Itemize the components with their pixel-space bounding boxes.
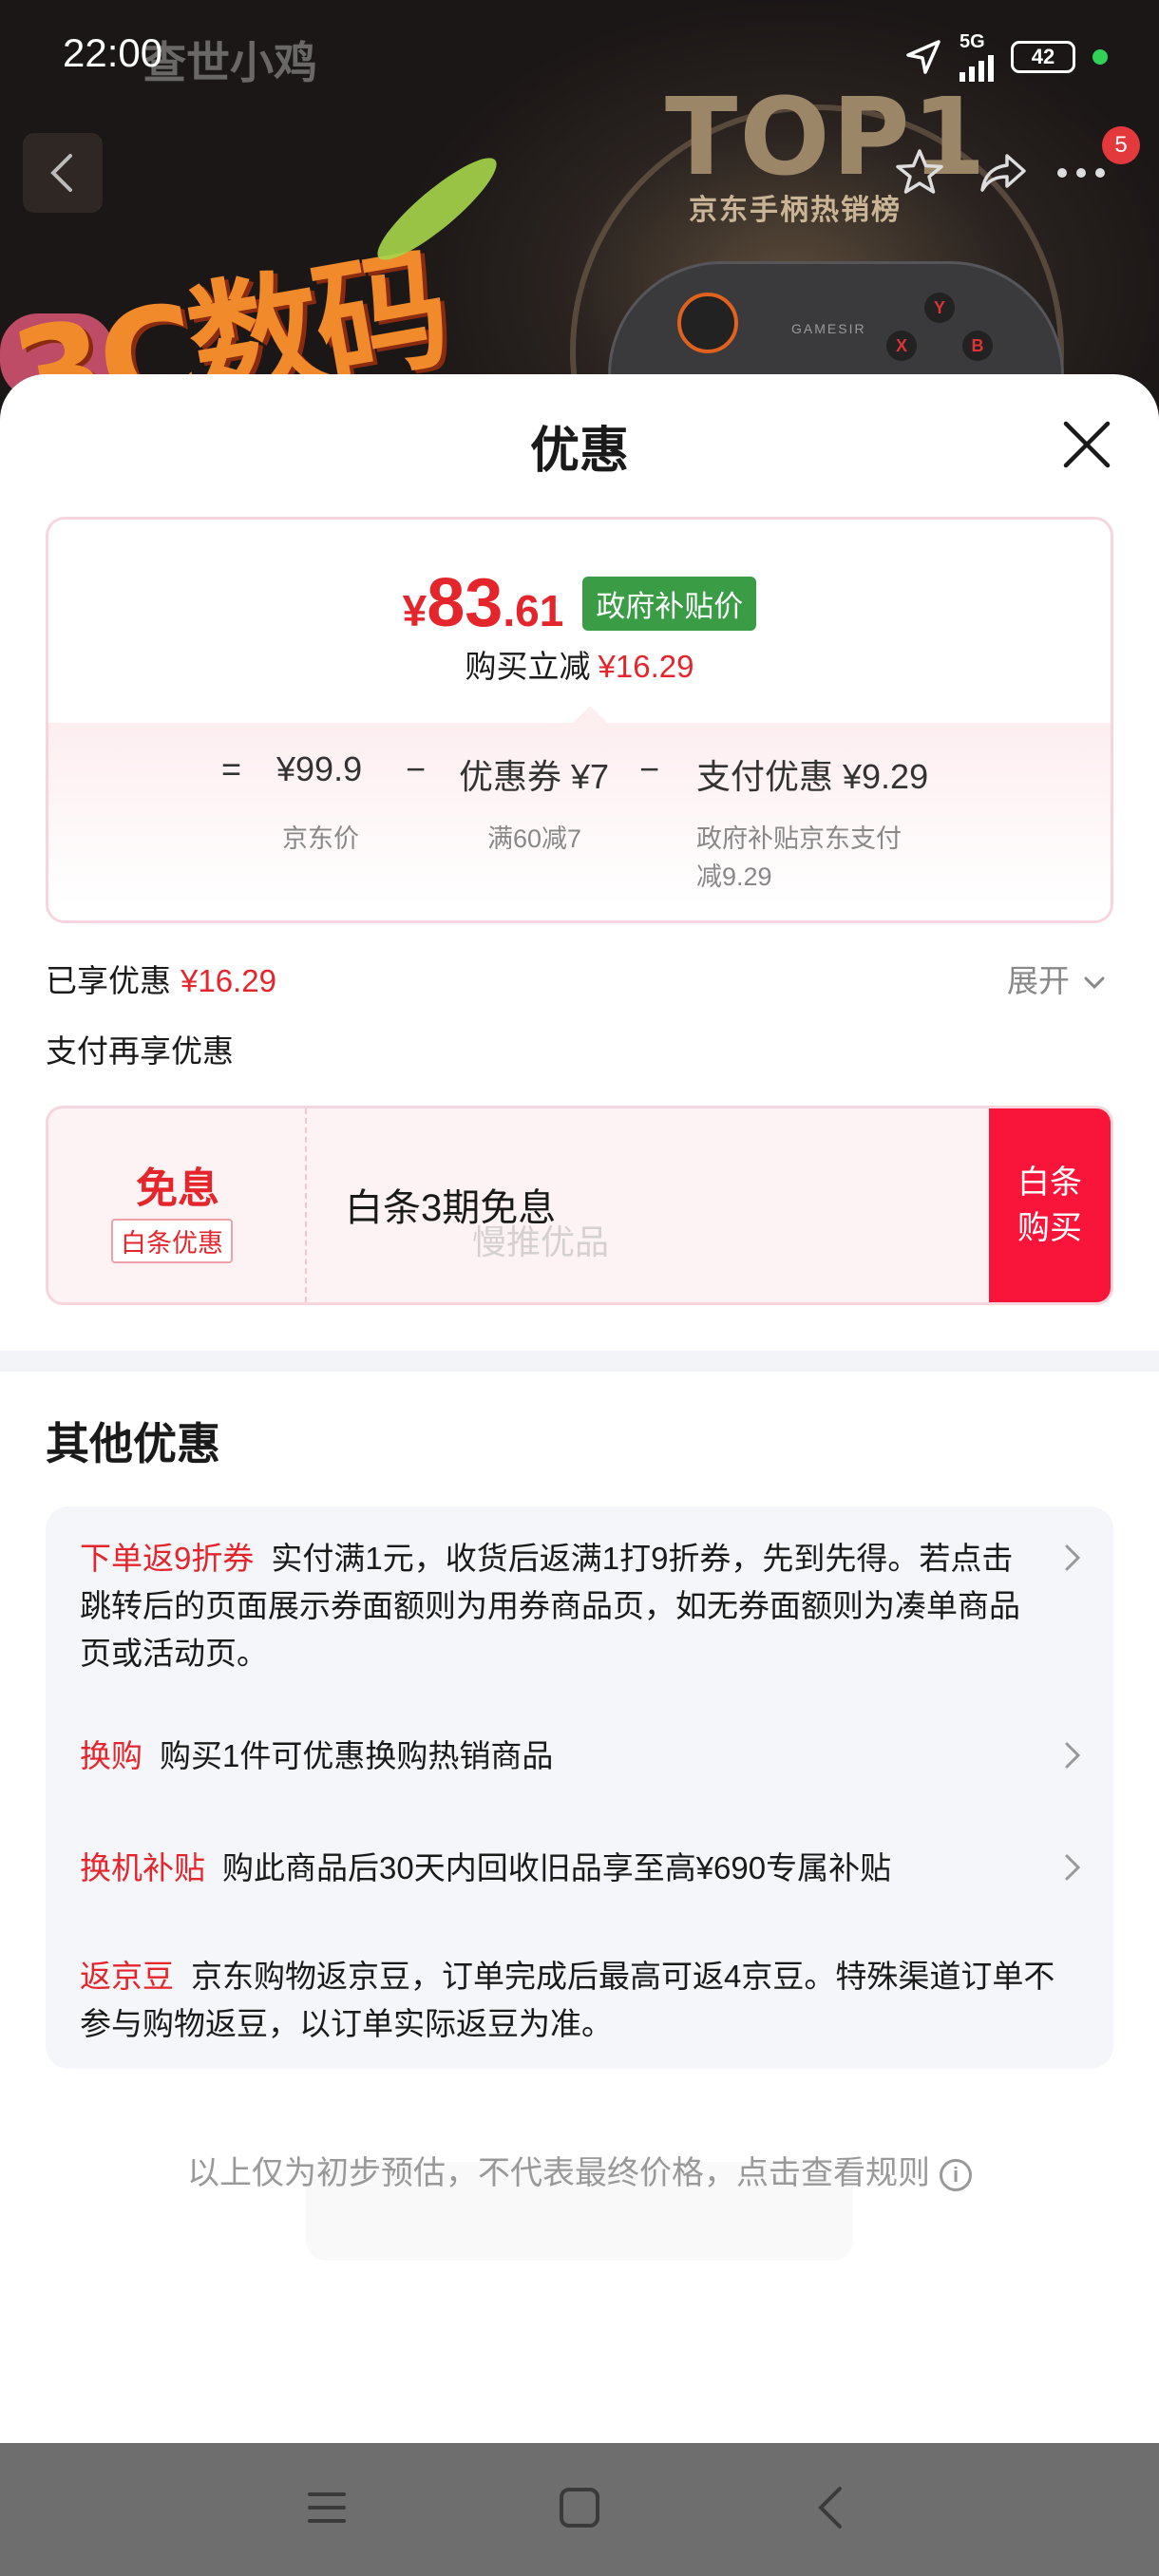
more-icon — [1057, 168, 1105, 178]
minus-sign: − — [639, 749, 660, 788]
star-icon — [896, 149, 943, 194]
instant-discount-label: 购买立减 — [465, 649, 591, 684]
promo-label: 返京豆 — [80, 1959, 174, 1994]
gamepad-button: X — [886, 331, 917, 361]
overlay-watermark: 慢推优品 — [472, 1222, 610, 1261]
promo-label: 换购 — [80, 1738, 142, 1773]
menu-icon[interactable] — [296, 2477, 357, 2538]
signal-bars-icon — [960, 51, 994, 82]
enjoyed-label: 已享优惠 — [46, 963, 171, 998]
location-icon — [906, 40, 940, 74]
signal-indicator: 5G — [960, 32, 994, 82]
interest-free-label: 免息 — [136, 1165, 219, 1212]
status-time: 22:00 — [63, 30, 163, 75]
disclaimer-text: 以上仅为初步预估，不代表最终价格，点击查看规则 — [187, 2155, 930, 2191]
back-button[interactable] — [23, 133, 103, 213]
jd-price: ¥99.9 — [276, 749, 363, 788]
baitiao-offer-left: 免息 白条优惠 — [48, 1108, 307, 1302]
enjoyed-amount: ¥16.29 — [180, 963, 276, 998]
promo-label: 下单返9折券 — [80, 1541, 255, 1576]
pay-discount-amount: 支付优惠 ¥9.29 — [696, 757, 929, 796]
promo-item-trade-up[interactable]: 换购 购买1件可优惠换购热销商品 — [80, 1733, 1030, 1780]
share-icon — [980, 154, 1026, 192]
promo-label: 换机补贴 — [80, 1850, 205, 1885]
battery-icon: 42 — [1011, 41, 1075, 73]
pay-discount-label: 政府补贴京东支付 减9.29 — [696, 820, 902, 896]
network-type: 5G — [960, 31, 985, 52]
expand-label: 展开 — [1007, 963, 1070, 998]
equals-sign: = — [221, 749, 242, 788]
promo-item-trade-in-subsidy[interactable]: 换机补贴 购此商品后30天内回收旧品享至高¥690专属补贴 — [80, 1845, 1030, 1892]
promo-item-rebate-coupon[interactable]: 下单返9折券 实付满1元，收货后返满1打9折券，先到先得。若点击跳转后的页面展示券… — [80, 1535, 1030, 1677]
status-bar: 查世小鸡 22:00 5G 42 — [0, 0, 1159, 110]
section-divider — [0, 1351, 1159, 1372]
other-offers-list: 下单返9折券 实付满1元，收货后返满1打9折券，先到先得。若点击跳转后的页面展示券… — [46, 1506, 1113, 2069]
price-disclaimer[interactable]: 以上仅为初步预估，不代表最终价格，点击查看规则 i — [0, 2147, 1159, 2193]
info-icon: i — [940, 2159, 972, 2192]
gamepad-brand: GAMESIR — [791, 321, 866, 336]
close-button[interactable] — [1054, 412, 1119, 477]
currency-symbol: ¥ — [402, 586, 428, 635]
baitiao-tag: 白条优惠 — [111, 1219, 233, 1263]
privacy-indicator-dot — [1092, 49, 1108, 65]
final-price: ¥ 83 .61 政府补贴价 — [48, 569, 1111, 637]
close-icon — [1063, 421, 1111, 468]
baitiao-buy-label: 购买 — [1017, 1210, 1082, 1246]
enjoyed-discount-row: 已享优惠 ¥16.29 — [46, 956, 276, 1001]
chevron-left-icon — [50, 154, 72, 192]
back-icon[interactable] — [802, 2477, 863, 2538]
pay-discount-label-line: 政府补贴京东支付 — [696, 824, 902, 853]
gamepad-button: B — [962, 331, 993, 361]
instant-discount-line: 购买立减 ¥16.29 — [48, 641, 1111, 687]
coupon-amount: 优惠券 ¥7 — [459, 757, 610, 796]
share-button[interactable] — [963, 133, 1043, 213]
home-icon[interactable] — [549, 2477, 610, 2538]
minus-sign: − — [406, 749, 427, 788]
pay-discount-label-line: 减9.29 — [696, 862, 772, 891]
expand-toggle[interactable]: 展开 — [1007, 956, 1107, 1001]
overlay-watermark: 查世小鸡 — [142, 38, 317, 87]
promo-text: 京东购物返京豆，订单完成后最高可返4京豆。特殊渠道订单不参与购物返豆，以订单实际… — [80, 1959, 1055, 2041]
chevron-right-icon[interactable] — [1060, 1539, 1085, 1577]
promo-item-jd-beans: 返京豆 京东购物返京豆，订单完成后最高可返4京豆。特殊渠道订单不参与购物返豆，以订… — [80, 1953, 1058, 2048]
price-integer: 83 — [427, 565, 504, 641]
other-offers-title: 其他优惠 — [46, 1419, 220, 1468]
jd-price-label: 京东价 — [282, 824, 359, 853]
promo-text: 购此商品后30天内回收旧品享至高¥690专属补贴 — [222, 1850, 892, 1885]
rank-label: 京东手柄热销榜 — [689, 195, 902, 226]
chevron-down-icon — [1084, 976, 1105, 990]
pay-again-label: 支付再享优惠 — [46, 1033, 234, 1069]
gov-subsidy-tag: 政府补贴价 — [582, 576, 757, 631]
sheet-title: 优惠 — [529, 424, 629, 479]
baitiao-offer-card[interactable]: 免息 白条优惠 白条3期免息 慢推优品 白条 购买 — [46, 1106, 1113, 1305]
price-decimal: .61 — [503, 586, 564, 635]
favorite-button[interactable] — [880, 133, 960, 213]
gamepad-button: Y — [924, 293, 955, 323]
coupon-condition: 满60减7 — [487, 824, 582, 853]
status-icons: 5G 42 — [904, 32, 1108, 82]
baitiao-buy-label: 白条 — [1017, 1165, 1082, 1201]
discount-sheet: 优惠 ¥ 83 .61 政府补贴价 购买立减 ¥16.29 = ¥99.9 京东价… — [0, 374, 1159, 2443]
chevron-right-icon[interactable] — [1060, 1736, 1085, 1774]
notification-badge: 5 — [1102, 126, 1140, 164]
gamepad-stick — [677, 293, 738, 353]
system-navigation-bar — [0, 2443, 1159, 2576]
chevron-right-icon[interactable] — [1060, 1848, 1085, 1886]
baitiao-buy-button[interactable]: 白条 购买 — [989, 1108, 1111, 1302]
promo-text: 购买1件可优惠换购热销商品 — [160, 1738, 554, 1773]
instant-discount-amount: ¥16.29 — [598, 649, 694, 684]
price-breakdown: = ¥99.9 京东价 − 优惠券 ¥7 满60减7 − 支付优惠 ¥9.29 … — [48, 706, 1111, 920]
price-summary-card: ¥ 83 .61 政府补贴价 购买立减 ¥16.29 = ¥99.9 京东价 − … — [46, 517, 1113, 923]
